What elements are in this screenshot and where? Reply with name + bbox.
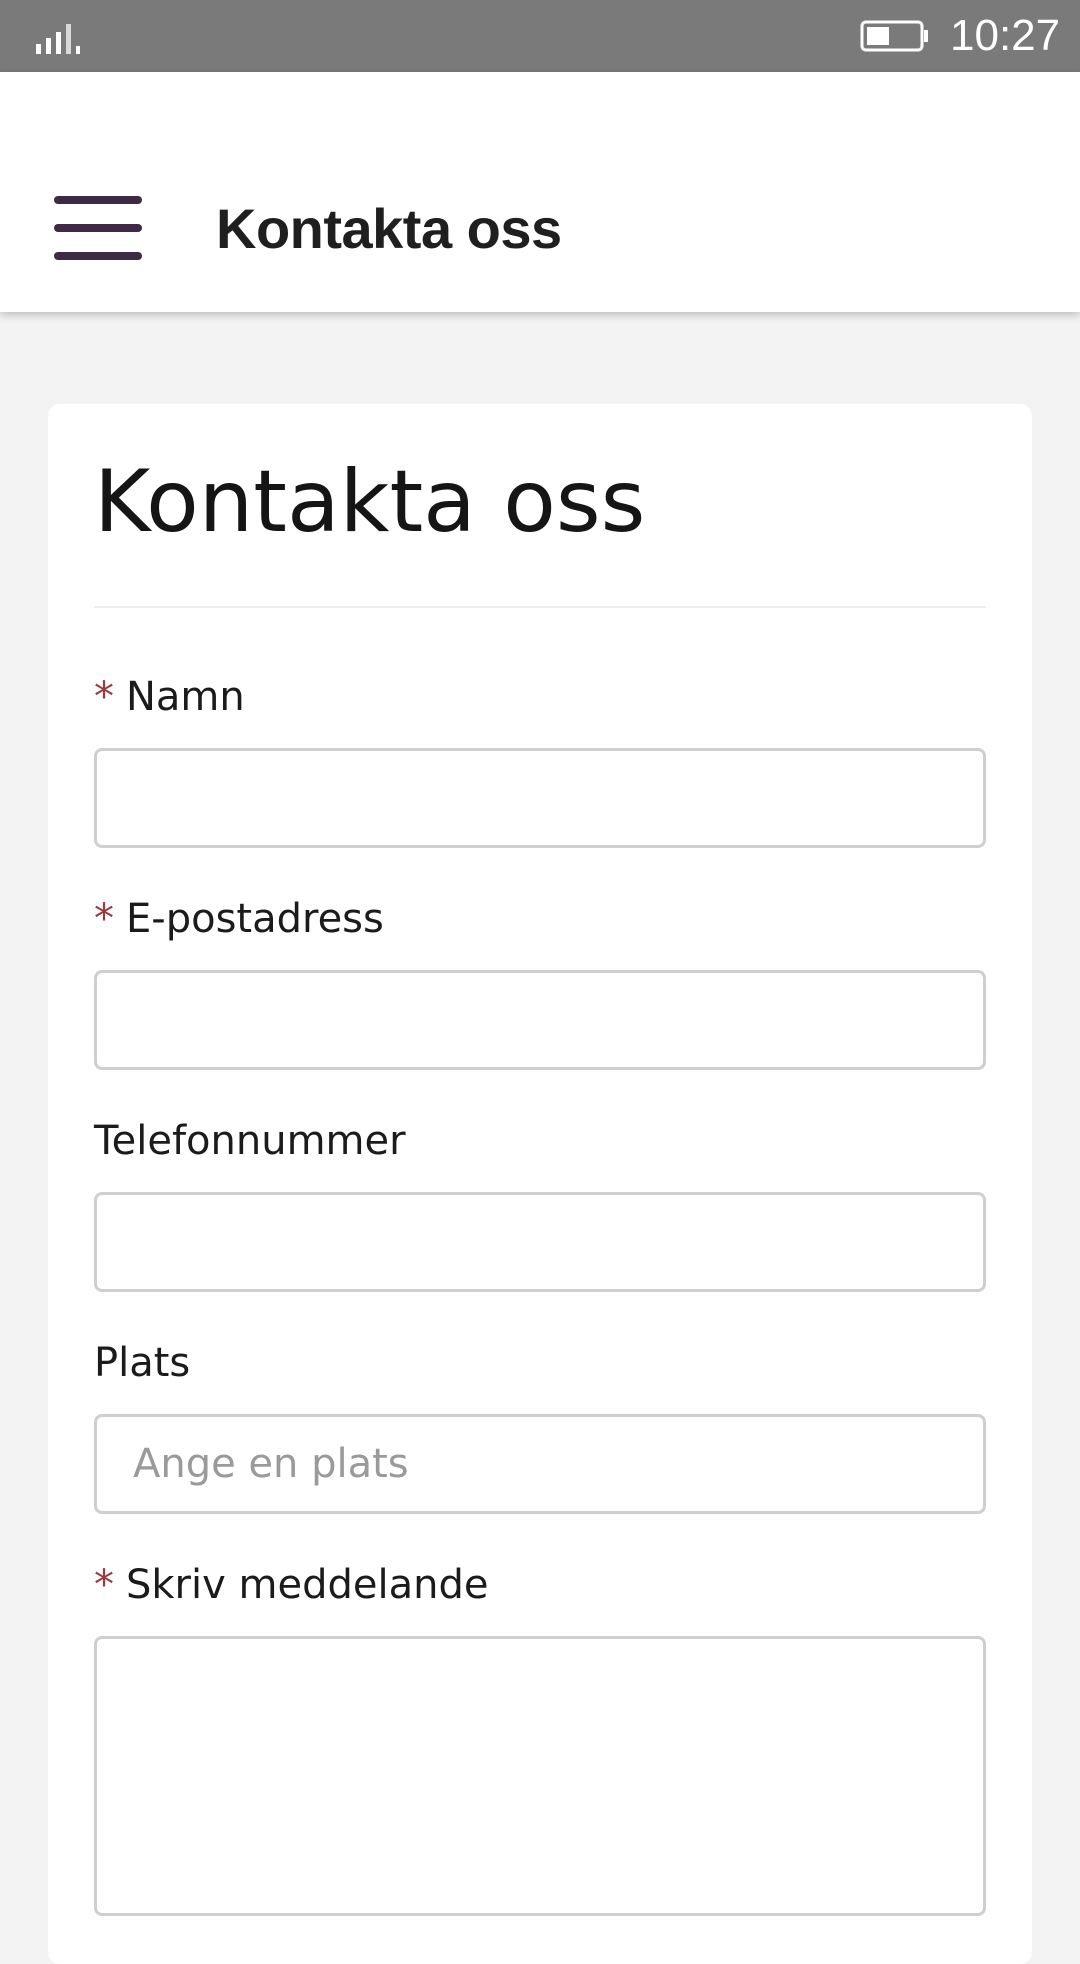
required-star: * <box>94 1562 114 1608</box>
phone-label: Telefonnummer <box>94 1116 406 1166</box>
signal-bars-icon <box>36 24 80 54</box>
message-textarea[interactable] <box>94 1636 986 1916</box>
required-star: * <box>94 674 114 720</box>
page-heading: Kontakta oss <box>94 452 646 552</box>
location-label: Plats <box>94 1338 190 1388</box>
name-input[interactable] <box>94 748 986 848</box>
heading-divider <box>94 606 986 608</box>
name-label: * Namn <box>94 672 245 722</box>
message-label: * Skriv meddelande <box>94 1560 488 1610</box>
status-bar: 10:27 <box>0 0 1080 72</box>
location-input[interactable] <box>94 1414 986 1514</box>
menu-bar-bottom <box>54 252 142 260</box>
phone-label-text: Telefonnummer <box>94 1118 406 1164</box>
location-label-text: Plats <box>94 1340 191 1386</box>
contact-form-card: Kontakta oss * Namn * E-postadress Telefon… <box>48 404 1032 1964</box>
message-label-text: Skriv meddelande <box>126 1562 489 1608</box>
hamburger-menu-icon[interactable] <box>40 182 152 278</box>
required-star: * <box>94 896 114 942</box>
menu-bar-middle <box>54 224 142 232</box>
battery-icon <box>860 20 928 52</box>
phone-input[interactable] <box>94 1192 986 1292</box>
app-bar: Kontakta oss <box>0 72 1080 312</box>
email-label: * E-postadress <box>94 894 384 944</box>
email-input[interactable] <box>94 970 986 1070</box>
menu-bar-top <box>54 196 142 204</box>
email-label-text: E-postadress <box>126 896 384 942</box>
app-bar-title: Kontakta oss <box>216 197 562 260</box>
status-time: 10:27 <box>950 11 1061 60</box>
name-label-text: Namn <box>126 674 245 720</box>
